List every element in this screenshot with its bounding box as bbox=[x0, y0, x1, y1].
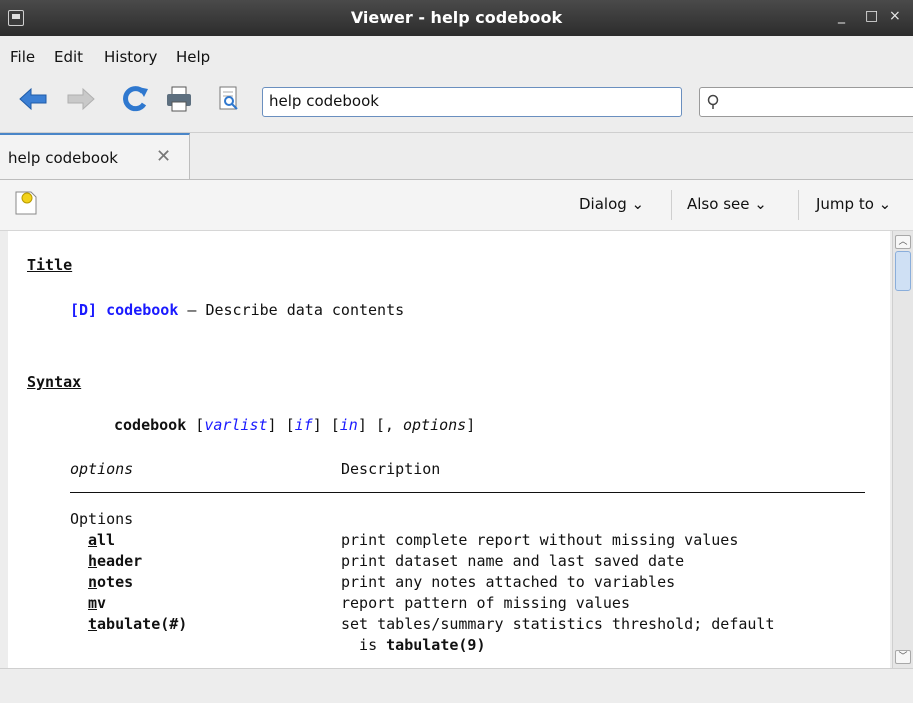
table-header-description: Description bbox=[341, 460, 441, 478]
option-rest: v bbox=[97, 594, 107, 612]
in-link[interactable]: in bbox=[340, 416, 358, 434]
option-tabulate[interactable]: tabulate(#) bbox=[88, 615, 187, 633]
option-abbrev: a bbox=[88, 531, 98, 549]
syntax-punct: ] bbox=[466, 416, 476, 434]
option-rest: ll bbox=[97, 531, 116, 549]
option-rest: eader bbox=[97, 552, 143, 570]
also-see-menu[interactable]: Also see ⌄ bbox=[687, 195, 767, 213]
maximize-button[interactable]: □ bbox=[865, 8, 878, 24]
cont-text: is bbox=[341, 636, 387, 654]
option-description-cont: is tabulate(9) bbox=[341, 636, 486, 654]
option-description: report pattern of missing values bbox=[341, 594, 630, 612]
back-arrow-icon[interactable] bbox=[18, 84, 48, 114]
cont-bold: tabulate(9) bbox=[386, 636, 486, 654]
tab-strip: help codebook ✕ bbox=[0, 133, 913, 180]
menu-edit[interactable]: Edit bbox=[54, 48, 83, 66]
option-description: print dataset name and last saved date bbox=[341, 552, 685, 570]
chevron-down-icon: ⌄ bbox=[749, 195, 767, 213]
options-group-label: Options bbox=[70, 510, 134, 528]
tab-help-codebook[interactable]: help codebook ✕ bbox=[0, 133, 190, 179]
also-see-label: Also see bbox=[687, 195, 750, 213]
dialog-menu[interactable]: Dialog ⌄ bbox=[579, 195, 644, 213]
find-in-page-icon[interactable] bbox=[214, 84, 244, 114]
title-description: — Describe data contents bbox=[178, 301, 405, 319]
close-tab-icon[interactable]: ✕ bbox=[156, 146, 171, 167]
varlist-link[interactable]: varlist bbox=[204, 416, 267, 434]
title-heading: Title bbox=[27, 256, 73, 274]
scroll-down-icon[interactable]: ﹀ bbox=[895, 650, 911, 664]
chevron-down-icon: ⌄ bbox=[873, 195, 892, 213]
separator bbox=[798, 190, 799, 220]
menu-history[interactable]: History bbox=[104, 48, 157, 66]
syntax-options: options bbox=[403, 416, 467, 434]
menu-bar: File Edit History Help bbox=[0, 36, 913, 72]
window-title: Viewer - help codebook bbox=[350, 8, 563, 27]
scroll-thumb[interactable] bbox=[895, 251, 911, 291]
status-bar bbox=[0, 668, 913, 703]
option-rest: otes bbox=[97, 573, 134, 591]
syntax-punct: ] [ bbox=[312, 416, 340, 434]
scroll-up-icon[interactable]: ︿ bbox=[895, 235, 911, 249]
separator bbox=[671, 190, 672, 220]
option-abbrev: n bbox=[88, 573, 98, 591]
refresh-icon[interactable] bbox=[120, 84, 150, 114]
option-all[interactable]: all bbox=[88, 531, 115, 549]
forward-arrow-icon[interactable] bbox=[66, 84, 96, 114]
close-window-button[interactable]: × bbox=[889, 8, 901, 24]
title-bar: Viewer - help codebook _ □ × bbox=[0, 0, 913, 36]
syntax-punct: [ bbox=[186, 416, 205, 434]
menu-help[interactable]: Help bbox=[176, 48, 210, 66]
option-mv[interactable]: mv bbox=[88, 594, 106, 612]
jump-to-menu[interactable]: Jump to ⌄ bbox=[816, 195, 891, 213]
syntax-punct: ] [ bbox=[267, 416, 295, 434]
option-description: print complete report without missing va… bbox=[341, 531, 739, 549]
help-content: Title [D] codebook — Describe data conte… bbox=[8, 231, 890, 668]
table-rule bbox=[70, 492, 865, 493]
option-header[interactable]: header bbox=[88, 552, 142, 570]
new-note-icon[interactable] bbox=[15, 191, 37, 215]
help-toolbar: Dialog ⌄ Also see ⌄ Jump to ⌄ bbox=[0, 180, 913, 231]
syntax-command: codebook bbox=[114, 416, 187, 434]
option-rest: abulate(#) bbox=[97, 615, 188, 633]
address-input[interactable]: help codebook bbox=[262, 87, 682, 117]
option-abbrev: h bbox=[88, 552, 98, 570]
jump-to-label: Jump to bbox=[816, 195, 874, 213]
option-notes[interactable]: notes bbox=[88, 573, 133, 591]
tab-label: help codebook bbox=[8, 149, 118, 167]
option-abbrev: t bbox=[88, 615, 98, 633]
if-link[interactable]: if bbox=[295, 416, 313, 434]
syntax-punct: ] [, bbox=[357, 416, 403, 434]
option-description: set tables/summary statistics threshold;… bbox=[341, 615, 775, 633]
syntax-heading: Syntax bbox=[27, 373, 82, 391]
option-abbrev: m bbox=[88, 594, 98, 612]
minimize-button[interactable]: _ bbox=[838, 8, 845, 24]
search-icon bbox=[707, 94, 719, 109]
dialog-label: Dialog bbox=[579, 195, 627, 213]
vertical-scrollbar[interactable]: ︿ ﹀ bbox=[892, 231, 913, 668]
manual-link[interactable]: [D] codebook bbox=[70, 301, 178, 319]
option-description: print any notes attached to variables bbox=[341, 573, 676, 591]
print-icon[interactable] bbox=[164, 84, 194, 114]
search-input[interactable] bbox=[699, 87, 913, 117]
table-header-options: options bbox=[70, 460, 134, 478]
chevron-down-icon: ⌄ bbox=[626, 195, 645, 213]
menu-file[interactable]: File bbox=[10, 48, 35, 66]
